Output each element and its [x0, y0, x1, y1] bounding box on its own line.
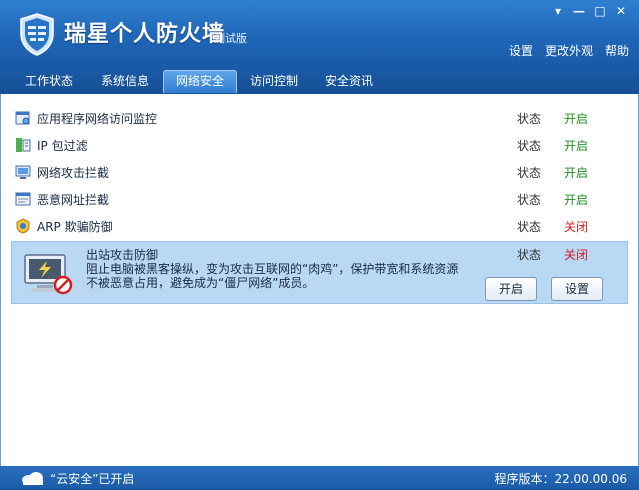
- feature-row-ip-filter[interactable]: IP 包过滤 状态 开启: [15, 134, 625, 156]
- state-value[interactable]: 开启: [564, 191, 588, 208]
- firewall-shield-logo-icon: [20, 13, 54, 56]
- enable-button[interactable]: 开启: [485, 277, 537, 301]
- feature-label: 网络攻击拦截: [37, 166, 110, 180]
- state-label: 状态: [517, 139, 542, 153]
- state-value[interactable]: 开启: [564, 137, 588, 154]
- arp-defense-icon: [16, 218, 30, 234]
- state-label: 状态: [517, 220, 542, 234]
- panel-title: 出站攻击防御: [86, 248, 159, 262]
- state-value[interactable]: 开启: [564, 110, 588, 127]
- title-bar: 瑞星个人防火墙 测试版 ▾ — □ ✕ 设置 更改外观 帮助: [0, 0, 639, 68]
- state-value[interactable]: 开启: [564, 164, 588, 181]
- program-version: 程序版本：22.00.00.06: [494, 472, 627, 486]
- tab-access-control[interactable]: 访问控制: [237, 71, 311, 92]
- menu-dropdown-icon[interactable]: ▾: [550, 4, 566, 18]
- outbound-defense-panel[interactable]: 出站攻击防御 阻止电脑被黑客操纵，变为攻击互联网的“肉鸡”，保护带宽和系统资源不…: [11, 241, 628, 304]
- settings-link[interactable]: 设置: [509, 42, 533, 59]
- feature-label: 恶意网址拦截: [37, 193, 110, 207]
- state-label: 状态: [517, 166, 542, 180]
- cloud-security-icon: [22, 472, 43, 485]
- state-value[interactable]: 关闭: [564, 218, 588, 235]
- app-title: 瑞星个人防火墙: [64, 22, 226, 47]
- tab-system-info[interactable]: 系统信息: [88, 71, 162, 92]
- top-links: 设置 更改外观 帮助: [509, 42, 629, 59]
- tab-work-status[interactable]: 工作状态: [12, 71, 86, 92]
- panel-description: 阻止电脑被黑客操纵，变为攻击互联网的“肉鸡”，保护带宽和系统资源不被恶意占用，避…: [86, 262, 459, 290]
- outbound-attack-icon: [24, 254, 73, 295]
- state-label: 状态: [517, 248, 542, 262]
- network-security-panel: 应用程序网络访问监控 状态 开启 IP 包过滤 状态 开启 网络攻击拦截 状态 …: [0, 94, 639, 466]
- state-label: 状态: [517, 112, 542, 126]
- tab-bar: 工作状态 系统信息 网络安全 访问控制 安全资讯: [0, 68, 639, 94]
- app-subtitle: 测试版: [214, 32, 247, 45]
- help-link[interactable]: 帮助: [605, 42, 629, 59]
- cloud-security-status: “云安全”已开启: [50, 472, 135, 486]
- minimize-button[interactable]: —: [571, 4, 587, 18]
- ip-filter-icon: [16, 138, 31, 152]
- attack-block-icon: [15, 165, 31, 179]
- feature-row-malicious-url[interactable]: 恶意网址拦截 状态 开启: [15, 188, 625, 210]
- feature-row-arp-defense[interactable]: ARP 欺骗防御 状态 关闭: [15, 215, 625, 237]
- change-skin-link[interactable]: 更改外观: [545, 42, 593, 59]
- feature-label: 应用程序网络访问监控: [37, 112, 158, 126]
- feature-row-attack-block[interactable]: 网络攻击拦截 状态 开启: [15, 161, 625, 183]
- app-monitor-icon: [15, 111, 30, 125]
- feature-label: IP 包过滤: [37, 139, 88, 153]
- maximize-button[interactable]: □: [592, 4, 608, 18]
- feature-label: ARP 欺骗防御: [37, 220, 113, 234]
- tab-security-news[interactable]: 安全资讯: [312, 71, 386, 92]
- tab-network-security[interactable]: 网络安全: [163, 70, 237, 93]
- state-value[interactable]: 关闭: [564, 246, 588, 263]
- feature-row-app-monitor[interactable]: 应用程序网络访问监控 状态 开启: [15, 107, 625, 129]
- close-button[interactable]: ✕: [613, 4, 629, 18]
- settings-button[interactable]: 设置: [551, 277, 603, 301]
- state-label: 状态: [517, 193, 542, 207]
- malicious-url-icon: [15, 192, 31, 206]
- status-bar: “云安全”已开启 程序版本：22.00.00.06: [0, 466, 639, 490]
